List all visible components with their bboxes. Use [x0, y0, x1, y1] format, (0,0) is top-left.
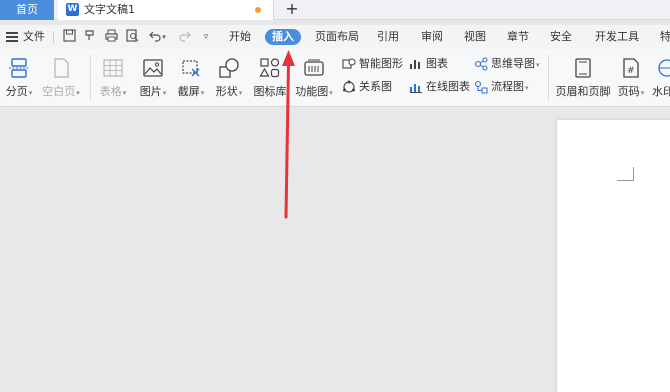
annotation-arrow-icon [282, 50, 295, 219]
